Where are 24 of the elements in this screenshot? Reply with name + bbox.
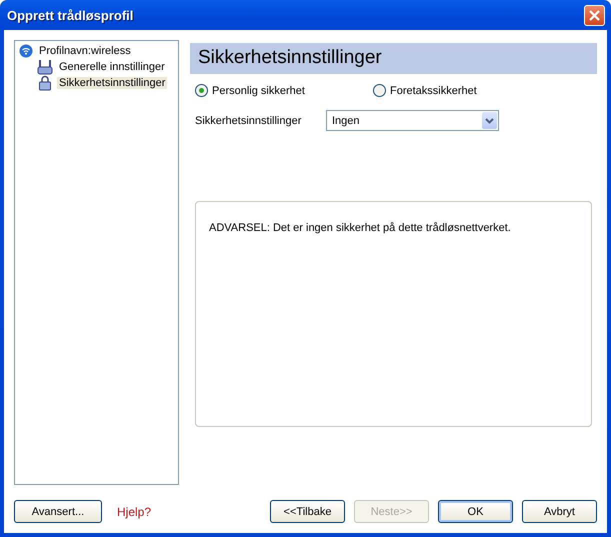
section-header: Sikkerhetsinnstillinger [190, 43, 597, 74]
security-dropdown[interactable]: Ingen [326, 110, 499, 131]
lock-icon [37, 75, 53, 91]
radio-label: Personlig sikkerhet [212, 84, 305, 96]
close-icon [588, 8, 601, 22]
advanced-button[interactable]: Avansert... [14, 500, 102, 523]
radio-option[interactable]: Personlig sikkerhet [195, 84, 373, 97]
tree-item[interactable]: Generelle innstillinger [57, 61, 167, 73]
radio-button[interactable] [195, 84, 208, 97]
tree-item[interactable]: Profilnavn:wireless [37, 45, 133, 57]
router-icon [37, 59, 53, 75]
radio-option[interactable]: Foretakssikkerhet [373, 84, 551, 97]
dialog-button[interactable]: OK [438, 500, 513, 523]
radio-button[interactable] [373, 84, 386, 97]
radio-label: Foretakssikkerhet [390, 84, 477, 96]
warning-text: ADVARSEL: Det er ingen sikkerhet på dette trådløsnettverket. [209, 222, 511, 234]
field-label: Sikkerhetsinnstillinger [195, 114, 302, 126]
wireless-icon [19, 44, 33, 58]
tree-item[interactable]: Sikkerhetsinnstillinger [57, 77, 168, 89]
window-title: Opprett trådløsprofil [7, 8, 134, 22]
dialog-button[interactable]: <<Tilbake [270, 500, 345, 523]
help-link[interactable]: Hjelp? [117, 504, 152, 518]
close-button[interactable] [584, 4, 605, 26]
dialog-button[interactable]: Avbryt [522, 500, 597, 523]
